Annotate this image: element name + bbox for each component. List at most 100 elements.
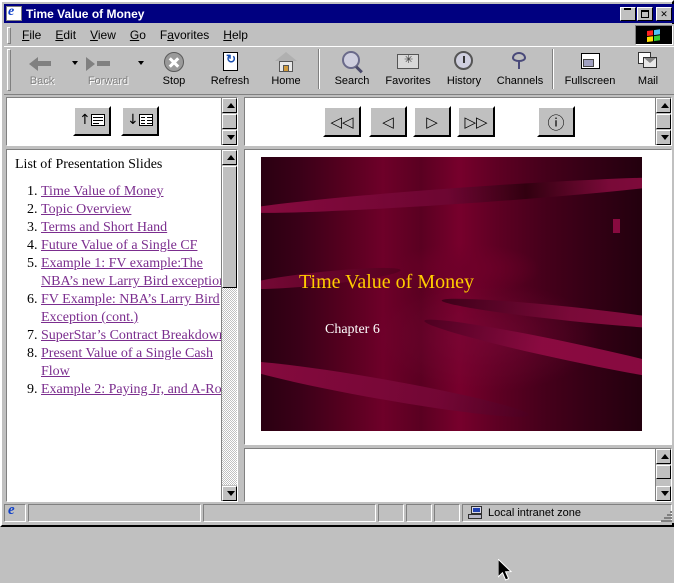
- notes-scrollbar[interactable]: [655, 449, 671, 501]
- list-item: Terms and Short Hand: [41, 219, 237, 237]
- network-computer-icon: [468, 506, 484, 520]
- mouse-cursor: [498, 559, 514, 583]
- scroll-down-button[interactable]: [222, 130, 237, 145]
- slide-subtitle: Chapter 6: [325, 322, 380, 338]
- previous-slide-button[interactable]: ◁: [369, 106, 407, 137]
- scroll-thumb[interactable]: [222, 114, 237, 129]
- slide-link[interactable]: Terms and Short Hand: [41, 220, 167, 235]
- slide-link[interactable]: Topic Overview: [41, 202, 131, 217]
- status-message-pane: [28, 504, 201, 522]
- toolbar-mail-button[interactable]: Mail: [622, 47, 674, 92]
- toolbar-fullscreen-button[interactable]: Fullscreen: [558, 47, 622, 92]
- slide-link[interactable]: Present Value of a Single Cash Flow: [41, 346, 213, 379]
- scroll-thumb[interactable]: [222, 166, 237, 288]
- list-item: Topic Overview: [41, 201, 237, 219]
- scroll-down-button[interactable]: [656, 130, 671, 145]
- scroll-track[interactable]: [222, 288, 237, 485]
- toolbar-forward-button[interactable]: Forward: [80, 47, 136, 92]
- slide-link[interactable]: Time Value of Money: [41, 184, 164, 199]
- toolbar-channels-button[interactable]: Channels: [492, 47, 548, 92]
- back-dropdown-arrow[interactable]: [70, 47, 80, 92]
- list-item: Future Value of a Single CF: [41, 237, 237, 255]
- scroll-up-button[interactable]: [656, 449, 671, 464]
- list-item: Example 1: FV example:The NBA’s new Larr…: [41, 255, 237, 291]
- menu-help[interactable]: Help: [216, 26, 255, 44]
- list-item: FV Example: NBA’s Larry Bird Exception (…: [41, 291, 237, 327]
- search-icon: [339, 50, 365, 74]
- slide-image[interactable]: Time Value of Money Chapter 6: [261, 157, 642, 431]
- scroll-up-button[interactable]: [222, 98, 237, 113]
- status-bar: Local intranet zone: [4, 503, 674, 523]
- history-clock-icon: [451, 50, 477, 74]
- scroll-up-button[interactable]: [222, 150, 237, 165]
- toolbar-search-button[interactable]: Search: [324, 47, 380, 92]
- windows-flag-logo[interactable]: [635, 25, 673, 45]
- list-item: Present Value of a Single Cash Flow: [41, 345, 237, 381]
- menu-go[interactable]: Go: [123, 26, 153, 44]
- minimize-button[interactable]: [620, 7, 636, 21]
- slide-link[interactable]: Example 2: Paying Jr, and A-Rod: [41, 382, 229, 397]
- close-button[interactable]: ✕: [656, 7, 672, 21]
- refresh-icon: [217, 50, 243, 74]
- toolbar-back-button[interactable]: Back: [14, 47, 70, 92]
- first-slide-button[interactable]: ◁◁: [323, 106, 361, 137]
- forward-arrow-icon: [95, 50, 121, 74]
- frameset-client-area: ↑ ↓ List of Presen: [4, 95, 674, 506]
- list-item: Time Value of Money: [41, 183, 237, 201]
- outline-toolbar-frame: ↑ ↓: [6, 97, 238, 146]
- menu-view[interactable]: View: [83, 26, 123, 44]
- title-bar: Time Value of Money ✕: [4, 4, 674, 23]
- slide-notes-frame[interactable]: [244, 448, 672, 502]
- slide-title: Time Value of Money: [299, 271, 474, 294]
- status-zone-pane[interactable]: Local intranet zone: [462, 504, 672, 522]
- maximize-button[interactable]: [637, 7, 653, 21]
- menu-bar: FFileile Edit View Go Favorites Help: [4, 24, 674, 46]
- ie-document-icon: [6, 6, 22, 21]
- slide-decor-square: [613, 219, 620, 233]
- scroll-down-button[interactable]: [222, 486, 237, 501]
- slide-nav-toolbar-frame: ◁◁ ◁ ▷ ▷▷ ⓘ: [244, 97, 672, 146]
- scroll-down-button[interactable]: [656, 486, 671, 501]
- slide-view-frame: Time Value of Money Chapter 6: [244, 149, 672, 445]
- slide-link[interactable]: Example 1: FV example:The NBA’s new Larr…: [41, 256, 226, 289]
- menu-edit[interactable]: Edit: [48, 26, 83, 44]
- outline-toolbar-scrollbar[interactable]: [221, 98, 237, 145]
- favorites-folder-icon: [395, 50, 421, 74]
- menu-file[interactable]: FFileile: [15, 26, 48, 44]
- close-icon: ✕: [657, 8, 671, 20]
- status-small-pane-2: [406, 504, 432, 522]
- slide-link[interactable]: SuperStar’s Contract Breakdown: [41, 328, 226, 343]
- toolbar-separator-2: [552, 49, 554, 89]
- nav-toolbar-scrollbar[interactable]: [655, 98, 671, 145]
- list-item: SuperStar’s Contract Breakdown: [41, 327, 237, 345]
- toolbar-stop-button[interactable]: Stop: [146, 47, 202, 92]
- slide-link[interactable]: Future Value of a Single CF: [41, 238, 197, 253]
- toolbar-separator-1: [318, 49, 320, 89]
- resize-grip[interactable]: [660, 509, 674, 523]
- mail-icon: [635, 50, 661, 74]
- down-arrow-list-icon: ↓: [127, 113, 153, 129]
- slide-info-button[interactable]: ⓘ: [537, 106, 575, 137]
- slide-list-frame: List of Presentation Slides Time Value o…: [6, 149, 238, 502]
- menu-favorites[interactable]: Favorites: [153, 26, 216, 44]
- toolbar-favorites-button[interactable]: Favorites: [380, 47, 436, 92]
- toolbar-drag-handle[interactable]: [7, 49, 11, 91]
- next-slide-button[interactable]: ▷: [413, 106, 451, 137]
- forward-dropdown-arrow[interactable]: [136, 47, 146, 92]
- scroll-thumb[interactable]: [656, 465, 671, 479]
- slide-list-scrollbar[interactable]: [221, 150, 237, 501]
- toolbar-history-button[interactable]: History: [436, 47, 492, 92]
- scroll-up-button[interactable]: [656, 98, 671, 113]
- slide-link[interactable]: FV Example: NBA’s Larry Bird Exception (…: [41, 292, 220, 325]
- toolbar-refresh-button[interactable]: Refresh: [202, 47, 258, 92]
- scroll-thumb[interactable]: [656, 114, 671, 129]
- menu-drag-handle[interactable]: [7, 27, 11, 44]
- toolbar: Back Forward Stop Refresh Home S: [4, 46, 674, 95]
- skip-forward-icon: ▷▷: [459, 108, 493, 135]
- expand-outline-button[interactable]: ↑: [73, 106, 111, 136]
- last-slide-button[interactable]: ▷▷: [457, 106, 495, 137]
- collapse-outline-button[interactable]: ↓: [121, 106, 159, 136]
- skip-back-icon: ◁◁: [325, 108, 359, 135]
- toolbar-home-button[interactable]: Home: [258, 47, 314, 92]
- channels-satellite-icon: [507, 50, 533, 74]
